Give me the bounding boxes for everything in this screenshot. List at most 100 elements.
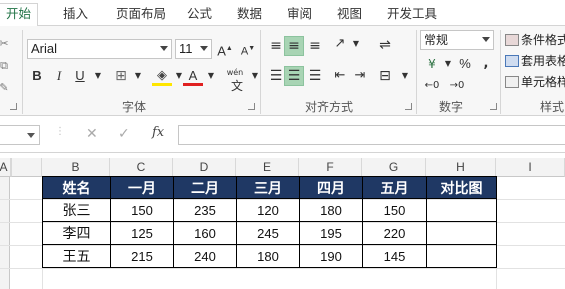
value-cell[interactable]: 120 xyxy=(236,198,300,222)
value-cell[interactable]: 235 xyxy=(173,198,237,222)
header-cell[interactable]: 四月 xyxy=(299,176,363,199)
header-cell[interactable]: 三月 xyxy=(236,176,300,199)
conditional-formatting-button[interactable]: 条件格式 xyxy=(505,31,565,49)
font-color-dropdown-icon[interactable]: ▼ xyxy=(201,66,221,86)
value-cell[interactable]: 145 xyxy=(362,244,427,268)
grow-font-button[interactable]: A▲ xyxy=(215,39,235,59)
bold-button[interactable]: B xyxy=(27,66,47,86)
tab-formulas[interactable]: 公式 xyxy=(187,4,212,24)
align-bottom-icon[interactable]: ≡ xyxy=(305,36,325,56)
underline-button[interactable]: U xyxy=(70,66,90,86)
tab-insert[interactable]: 插入 xyxy=(63,4,88,24)
align-middle-icon[interactable]: ≡ xyxy=(284,36,304,56)
decrease-indent-icon[interactable]: ⇤ xyxy=(330,66,350,86)
tab-data[interactable]: 数据 xyxy=(237,4,262,24)
increase-decimal-icon[interactable]: ←0 xyxy=(422,76,442,96)
clipboard-launcher-icon[interactable] xyxy=(10,103,17,110)
underline-dropdown-icon[interactable]: ▼ xyxy=(88,66,108,86)
font-color-button[interactable]: A xyxy=(183,66,203,86)
format-as-table-button[interactable]: 套用表格 xyxy=(505,52,565,70)
name-cell[interactable]: 王五 xyxy=(42,244,111,268)
increase-indent-icon[interactable]: ⇥ xyxy=(350,66,370,86)
value-cell[interactable]: 125 xyxy=(110,221,174,245)
header-cell[interactable]: 二月 xyxy=(173,176,237,199)
font-name-combo[interactable]: Arial xyxy=(27,39,172,59)
merge-dropdown-icon[interactable]: ▼ xyxy=(395,66,415,86)
copy-icon[interactable]: ⧉ xyxy=(0,56,14,76)
value-cell[interactable]: 240 xyxy=(173,244,237,268)
align-right-icon[interactable]: ☰ xyxy=(305,66,325,86)
insert-function-button[interactable]: fx xyxy=(152,125,164,140)
enter-icon[interactable]: ✓ xyxy=(118,126,130,142)
comma-style-button[interactable]: , xyxy=(476,54,496,74)
tab-developer[interactable]: 开发工具 xyxy=(387,4,437,24)
column-header-h[interactable]: H xyxy=(426,158,496,177)
number-launcher-icon[interactable] xyxy=(490,103,497,110)
value-cell[interactable]: 190 xyxy=(299,244,363,268)
cut-icon[interactable]: ✂ xyxy=(0,34,14,54)
column-header-blank[interactable] xyxy=(12,158,42,177)
value-cell[interactable]: 195 xyxy=(299,221,363,245)
font-launcher-icon[interactable] xyxy=(248,103,255,110)
align-left-icon[interactable]: ☰ xyxy=(266,66,286,86)
chart-cell[interactable] xyxy=(426,221,497,245)
table-header-row: 姓名 一月 二月 三月 四月 五月 对比图 xyxy=(42,176,497,199)
name-cell[interactable]: 张三 xyxy=(42,198,111,222)
gridline xyxy=(0,268,565,269)
format-painter-icon[interactable]: ✎ xyxy=(0,78,14,98)
phonetic-dropdown-icon[interactable]: ▼ xyxy=(245,66,265,86)
value-cell[interactable]: 160 xyxy=(173,221,237,245)
column-header-i[interactable]: I xyxy=(496,158,565,177)
alignment-launcher-icon[interactable] xyxy=(405,103,412,110)
header-cell[interactable]: 对比图 xyxy=(426,176,497,199)
value-cell[interactable]: 150 xyxy=(362,198,427,222)
column-header-d[interactable]: D xyxy=(173,158,236,177)
chevron-down-icon xyxy=(27,133,35,138)
header-cell[interactable]: 姓名 xyxy=(42,176,111,199)
tab-page-layout[interactable]: 页面布局 xyxy=(116,4,166,24)
column-header-a[interactable]: A xyxy=(0,158,11,177)
column-header-b[interactable]: B xyxy=(42,158,110,177)
ribbon-tab-bar: 开始 插入 页面布局 公式 数据 审阅 视图 开发工具 xyxy=(0,0,565,27)
name-cell[interactable]: 李四 xyxy=(42,221,111,245)
header-cell[interactable]: 五月 xyxy=(362,176,427,199)
font-size-combo[interactable]: 11 xyxy=(175,39,212,59)
percent-style-button[interactable]: % xyxy=(455,54,475,74)
decrease-decimal-icon[interactable]: →0 xyxy=(447,76,467,96)
name-box[interactable] xyxy=(0,125,40,145)
value-cell[interactable]: 215 xyxy=(110,244,174,268)
shrink-font-button[interactable]: A▼ xyxy=(238,39,258,59)
value-cell[interactable]: 150 xyxy=(110,198,174,222)
wrap-text-icon[interactable]: ⇌ xyxy=(375,35,395,55)
value-cell[interactable]: 245 xyxy=(236,221,300,245)
align-center-icon[interactable]: ☰ xyxy=(284,66,304,86)
borders-dropdown-icon[interactable]: ▼ xyxy=(128,66,148,86)
number-format-value: 常规 xyxy=(424,33,449,47)
chart-cell[interactable] xyxy=(426,244,497,268)
orientation-dropdown-icon[interactable]: ▼ xyxy=(346,34,366,54)
column-header-e[interactable]: E xyxy=(236,158,299,177)
data-table: 姓名 一月 二月 三月 四月 五月 对比图 张三 150 235 120 180… xyxy=(42,176,497,268)
chart-cell[interactable] xyxy=(426,198,497,222)
value-cell[interactable]: 220 xyxy=(362,221,427,245)
conditional-formatting-icon xyxy=(505,34,519,46)
cell-styles-button[interactable]: 单元格样 xyxy=(505,73,565,91)
italic-button[interactable]: I xyxy=(49,66,69,86)
align-top-icon[interactable]: ≡ xyxy=(266,36,286,56)
tab-home[interactable]: 开始 xyxy=(0,3,39,27)
column-header-f[interactable]: F xyxy=(299,158,362,177)
formula-input[interactable] xyxy=(178,125,565,145)
column-header-g[interactable]: G xyxy=(362,158,426,177)
header-cell[interactable]: 一月 xyxy=(110,176,174,199)
tab-view[interactable]: 视图 xyxy=(337,4,362,24)
tab-review[interactable]: 审阅 xyxy=(287,4,312,24)
formula-bar-handle-icon[interactable]: ⋮ xyxy=(55,126,65,137)
row-header-strip[interactable] xyxy=(0,177,10,289)
number-format-combo[interactable]: 常规 xyxy=(420,30,494,50)
column-header-c[interactable]: C xyxy=(110,158,173,177)
value-cell[interactable]: 180 xyxy=(236,244,300,268)
alignment-group-label: 对齐方式 xyxy=(305,100,354,114)
merge-center-icon[interactable]: ⊟ xyxy=(375,66,395,86)
cancel-icon[interactable]: ✕ xyxy=(86,126,98,142)
value-cell[interactable]: 180 xyxy=(299,198,363,222)
